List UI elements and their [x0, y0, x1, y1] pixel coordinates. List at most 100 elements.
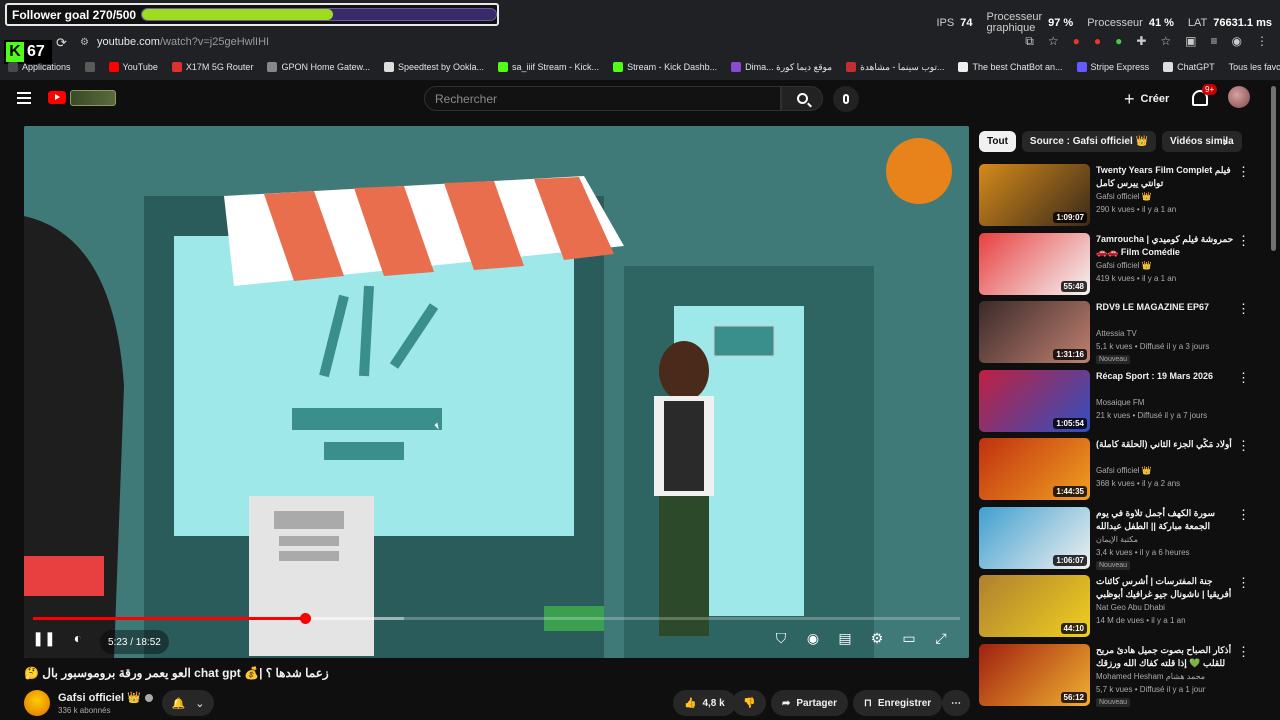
recommended-video[interactable]: 56:12 أذكار الصباح بصوت جميل هادئ مريح لل…: [979, 643, 1250, 708]
more-vertical-icon[interactable]: ⋮: [1237, 507, 1250, 523]
subtitles-icon[interactable]: ▤: [833, 626, 857, 650]
filter-chip[interactable]: Vidéos simila: [1161, 131, 1242, 152]
volume-icon[interactable]: ◐: [66, 626, 90, 650]
more-vertical-icon[interactable]: ⋮: [1237, 233, 1250, 249]
channel-name-row[interactable]: Gafsi officiel 👑: [58, 691, 153, 704]
video-title[interactable]: Twenty Years Film Complet فيلم توانتي يي…: [1096, 164, 1236, 190]
progress-scrubber[interactable]: [299, 613, 311, 624]
extension-record-icon[interactable]: ●: [1094, 34, 1101, 49]
voice-search-button[interactable]: [833, 86, 859, 112]
video-thumbnail[interactable]: 1:31:16: [979, 301, 1090, 363]
more-vertical-icon[interactable]: ⋮: [1237, 438, 1250, 454]
video-title[interactable]: Récap Sport : 19 Mars 2026: [1096, 370, 1236, 383]
bookmark-item[interactable]: Stream - Kick Dashb...: [613, 62, 717, 72]
install-icon[interactable]: ⧉: [1025, 34, 1034, 49]
channel-avatar[interactable]: [24, 690, 50, 716]
video-thumbnail[interactable]: 56:12: [979, 643, 1090, 706]
save-button[interactable]: ⊓ Enregistrer: [853, 690, 943, 716]
bookmark-item[interactable]: Applications: [8, 62, 71, 72]
bookmark-item[interactable]: Speedtest by Ookla...: [383, 62, 484, 72]
user-avatar[interactable]: [1228, 86, 1250, 108]
like-button[interactable]: 👍 4,8 k: [673, 690, 736, 716]
reload-icon[interactable]: ⟳: [56, 35, 70, 50]
more-vertical-icon[interactable]: ⋮: [1237, 575, 1250, 591]
video-thumbnail[interactable]: 1:09:07: [979, 164, 1090, 226]
media-icon[interactable]: ≡: [1211, 34, 1218, 49]
recommended-video[interactable]: 1:09:07 Twenty Years Film Complet فيلم تو…: [979, 164, 1250, 228]
channel-name[interactable]: Mosaique FM: [1096, 398, 1144, 407]
more-vertical-icon[interactable]: ⋮: [1237, 301, 1250, 317]
channel-name[interactable]: Gafsi officiel 👑: [1096, 261, 1152, 270]
star-icon[interactable]: ☆: [1160, 34, 1171, 49]
subscription-bell-button[interactable]: 🔔 ⌄: [162, 690, 214, 716]
bookmark-item[interactable]: Stripe Express: [1076, 62, 1149, 72]
theater-mode-icon[interactable]: ▭: [897, 626, 921, 650]
youtube-logo-icon[interactable]: [48, 91, 66, 104]
recommended-video[interactable]: 1:44:35 أولاد مَكِّي الجزء الثاني (الحلقة…: [979, 438, 1250, 502]
video-thumbnail[interactable]: 1:06:07: [979, 506, 1090, 569]
search-input[interactable]: Rechercher: [424, 86, 781, 111]
recommended-video[interactable]: 1:06:07 سورة الكهف أجمل تلاوة في يوم الجم…: [979, 506, 1250, 571]
bookmark-item[interactable]: sa_iiif Stream - Kick...: [498, 62, 599, 72]
filter-chip[interactable]: Source : Gafsi officiel 👑: [1021, 131, 1156, 152]
video-thumbnail[interactable]: 44:10: [979, 575, 1090, 637]
bookmark-item[interactable]: Dima... موقع ديما كورة: [731, 62, 832, 73]
pause-icon[interactable]: ❚❚: [32, 626, 56, 650]
bookmark-item[interactable]: X17M 5G Router: [171, 62, 253, 72]
more-vertical-icon[interactable]: ⋮: [1237, 164, 1250, 180]
search-button[interactable]: [781, 86, 823, 111]
channel-name[interactable]: Nat Geo Abu Dhabi: [1096, 603, 1165, 612]
hamburger-menu-icon[interactable]: [17, 92, 31, 104]
filter-chip[interactable]: Tout: [979, 131, 1016, 152]
more-actions-button[interactable]: ⋯: [942, 690, 970, 716]
bookmark-item[interactable]: [84, 62, 95, 72]
video-thumbnail[interactable]: 1:44:35: [979, 438, 1090, 500]
video-thumbnail[interactable]: 55:48: [979, 232, 1090, 295]
more-vertical-icon[interactable]: ⋮: [1237, 644, 1250, 660]
address-bar[interactable]: ⚙ youtube.com/watch?v=j25geHwlIHI: [80, 32, 980, 52]
profile-icon[interactable]: ◉: [1232, 34, 1242, 49]
channel-name[interactable]: Mohamed Hesham محمد هشام: [1096, 672, 1205, 681]
all-bookmarks-folder[interactable]: Tous les favoris: [1229, 62, 1280, 72]
menu-icon[interactable]: ⋮: [1256, 34, 1268, 49]
channel-name[interactable]: Attessia TV: [1096, 329, 1137, 338]
video-title[interactable]: سورة الكهف أجمل تلاوة في يوم الجمعة مبار…: [1096, 507, 1236, 533]
shield-icon[interactable]: ⛉: [769, 626, 793, 650]
recommended-video[interactable]: 44:10 جنة المفترسات | أشرس كائنات أفريقيا…: [979, 575, 1250, 639]
video-title[interactable]: جنة المفترسات | أشرس كائنات أفريقيا | نا…: [1096, 575, 1236, 601]
video-title[interactable]: أذكار الصباح بصوت جميل هادئ مريح للقلب 💚…: [1096, 644, 1236, 670]
recommended-video[interactable]: 1:31:16 RDV9 LE MAGAZINE EP67 Attessia TV 5…: [979, 301, 1250, 365]
bookmark-item[interactable]: The best ChatBot an...: [958, 62, 1063, 72]
recommended-video[interactable]: 55:48 7amroucha | حمروشة فيلم كوميدي 🚗🚗 F…: [979, 232, 1250, 297]
chevron-right-icon[interactable]: ›: [1223, 133, 1228, 149]
bookmark-item[interactable]: توب سينما - مشاهدة...: [846, 62, 944, 73]
channel-name[interactable]: Gafsi officiel 👑: [1096, 466, 1152, 475]
bookmark-star-icon[interactable]: ☆: [1048, 34, 1059, 49]
scrollbar[interactable]: [1271, 86, 1276, 251]
more-vertical-icon[interactable]: ⋮: [1237, 370, 1250, 386]
video-title[interactable]: أولاد مَكِّي الجزء الثاني (الحلقة كاملة): [1096, 438, 1236, 451]
dislike-button[interactable]: 👎: [732, 690, 767, 716]
extension-green-icon[interactable]: ●: [1115, 34, 1122, 49]
fullscreen-icon[interactable]: ⤢: [929, 626, 953, 650]
recommended-video[interactable]: 1:05:54 Récap Sport : 19 Mars 2026 Mosaiqu…: [979, 369, 1250, 434]
bookmark-item[interactable]: GPON Home Gatew...: [267, 62, 370, 72]
extensions-icon[interactable]: ✚: [1136, 34, 1146, 49]
video-title[interactable]: RDV9 LE MAGAZINE EP67: [1096, 301, 1236, 314]
sidepanel-icon[interactable]: ▣: [1185, 34, 1196, 49]
bookmark-item[interactable]: YouTube: [108, 62, 158, 72]
create-button[interactable]: + Créer: [1124, 86, 1169, 112]
settings-gear-icon[interactable]: ⚙: [865, 626, 889, 650]
video-progress-bar[interactable]: [33, 613, 960, 624]
bookmark-item[interactable]: ChatGPT: [1163, 62, 1215, 72]
video-player[interactable]: ❚❚ ◐ 5:23 / 18:52 ⛉ ◉ ▤ ⚙ ▭ ⤢: [24, 126, 969, 658]
channel-name[interactable]: Gafsi officiel 👑: [1096, 192, 1152, 201]
site-info-icon[interactable]: ⚙: [80, 37, 89, 48]
youtube-doodle[interactable]: [70, 90, 116, 106]
channel-name[interactable]: مكتبة الإيمان: [1096, 535, 1138, 544]
share-button[interactable]: ➦ Partager: [771, 690, 848, 716]
extension-youtube-icon[interactable]: ●: [1073, 34, 1080, 49]
video-title[interactable]: 7amroucha | حمروشة فيلم كوميدي 🚗🚗 Film C…: [1096, 233, 1236, 259]
video-thumbnail[interactable]: 1:05:54: [979, 369, 1090, 432]
autoplay-toggle-icon[interactable]: ◉: [801, 626, 825, 650]
